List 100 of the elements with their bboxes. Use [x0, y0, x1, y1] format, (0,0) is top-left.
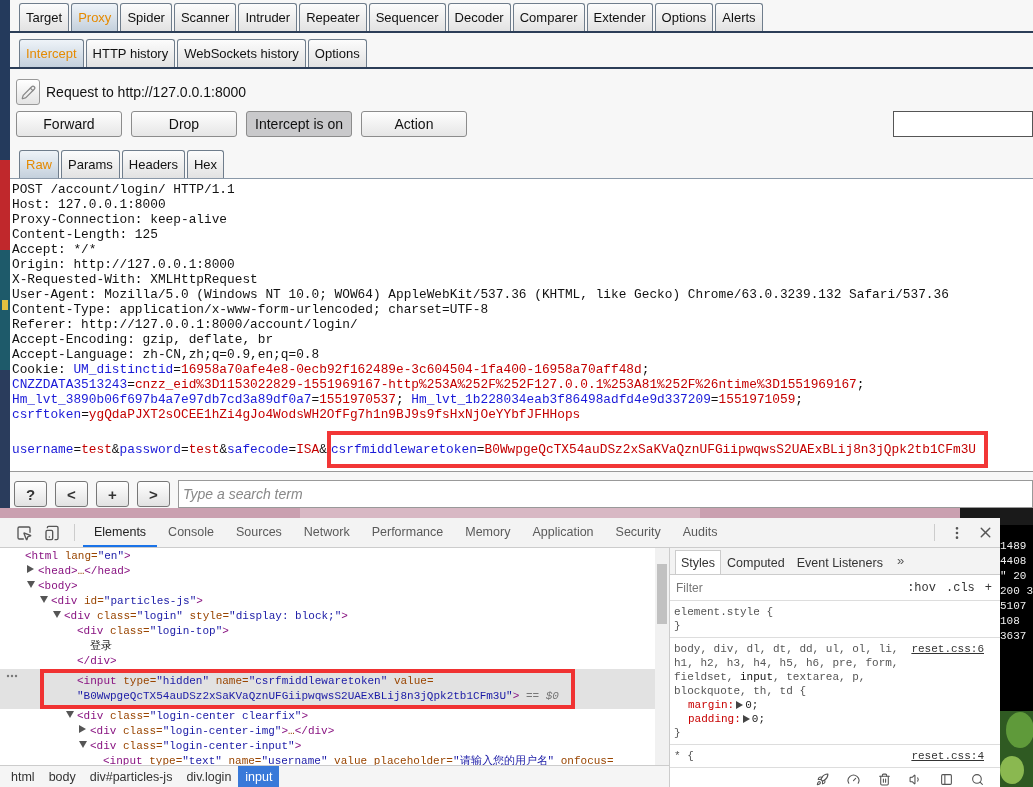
tab[interactable]: Extender — [586, 3, 653, 31]
request-line: CNZZDATA3513243=cnzz_eid%3D1153022829-1551969167-http%253A%252F%252F127.0.0.1%253A81%252F%26ntime%3D1551969167; — [12, 377, 866, 392]
toggle-button[interactable]: Intercept is on — [246, 111, 352, 137]
dom-node[interactable]: 登录 — [0, 639, 655, 654]
trash-icon[interactable] — [878, 772, 891, 786]
tab[interactable]: Intruder — [238, 3, 298, 31]
breadcrumb[interactable]: div.login — [179, 766, 239, 787]
tab[interactable]: Performance — [360, 518, 455, 547]
request-line: csrftoken=ygQdaPJXT2sOCEE1hZi4gJo4WodsWH2OfFg7h1n9BJ9s9fsHxNjOeYYbfJFHHops — [12, 407, 582, 422]
dom-node[interactable]: </div> — [0, 654, 655, 669]
css-selector: body, div, dl, dt, dd, ul, ol, li, h1, h2, h3, h4, h5, h6, pre, form, fieldset, input, textarea, p, blockquote, th, td { — [674, 642, 900, 698]
dom-node[interactable]: <div class="login-center-img">…</div> — [0, 724, 655, 739]
more-tabs[interactable]: » — [888, 553, 913, 574]
request-line: Proxy-Connection: keep-alive — [12, 212, 229, 227]
terminal-line: 108 — [1000, 614, 1021, 629]
tab[interactable]: Params — [61, 150, 120, 178]
more-icon[interactable] — [6, 674, 18, 678]
dom-node[interactable]: <div class="login-top"> — [0, 624, 655, 639]
collapse-arrow-icon[interactable] — [66, 711, 74, 718]
action-button[interactable]: Forward — [16, 111, 122, 137]
request-line: Accept-Encoding: gzip, deflate, br — [12, 332, 275, 347]
tab[interactable]: Headers — [121, 150, 185, 178]
tab[interactable]: Hex — [186, 150, 225, 178]
tab[interactable]: Spider — [120, 3, 172, 31]
collapse-arrow-icon[interactable] — [40, 596, 48, 603]
tab[interactable]: Network — [292, 518, 361, 547]
highlight-frame: csrfmiddlewaretoken=B0WwpgeQcTX54auDSz2xSaKVaQznUFGiipwqwsS2UAExBLij8n3jQpk2tb1CFm3U — [326, 431, 988, 468]
toggle[interactable]: :hov — [907, 580, 936, 595]
dom-node[interactable]: <div id="particles-js"> — [0, 594, 655, 609]
tab[interactable]: Sequencer — [368, 3, 446, 31]
tab[interactable]: Options — [307, 39, 367, 67]
scrollbar[interactable] — [655, 548, 669, 765]
collapse-arrow-icon[interactable] — [27, 581, 35, 588]
device-icon[interactable] — [44, 524, 60, 541]
tab[interactable]: Decoder — [447, 3, 511, 31]
request-line: X-Requested-With: XMLHttpRequest — [12, 272, 259, 287]
tab[interactable]: Console — [157, 518, 225, 547]
tab[interactable]: WebSockets history — [177, 39, 306, 67]
inspect-icon[interactable] — [16, 524, 32, 541]
tab[interactable]: Elements — [83, 518, 158, 547]
selected-dom-node[interactable]: <input type="hidden" name="csrfmiddlewaretoken" value= "B0WwpgeQcTX54auDSz2xSaKVaQznUFGiipwqwsS2UAExBLij8n3jQpk2tb1CFm3U"> == $0 — [0, 669, 655, 709]
request-editor[interactable] — [10, 179, 1033, 472]
css-value: 0; — [745, 698, 759, 712]
tab[interactable]: Options — [654, 3, 714, 31]
search-field[interactable]: Type a search term — [178, 480, 1033, 508]
closing-brace: } — [674, 726, 682, 740]
gauge-icon[interactable] — [847, 772, 860, 786]
dom-node[interactable]: <html lang="en"> — [0, 549, 655, 564]
panel-icon[interactable] — [940, 772, 953, 786]
css-value: 0; — [751, 712, 765, 726]
nav-button[interactable]: > — [137, 481, 170, 507]
breadcrumb[interactable]: div#particles-js — [82, 766, 180, 787]
dom-node[interactable]: <div class="login" style="display: block;"> — [0, 609, 655, 624]
speaker-icon[interactable] — [909, 772, 922, 786]
expand-arrow-icon[interactable] — [79, 725, 86, 733]
closing-brace: } — [674, 619, 682, 633]
source-link[interactable]: reset.css:6 — [911, 642, 984, 656]
tab[interactable]: Repeater — [299, 3, 367, 31]
breadcrumb[interactable]: body — [41, 766, 83, 787]
nav-button[interactable]: + — [96, 481, 129, 507]
breadcrumb[interactable]: html — [4, 766, 42, 787]
dom-node[interactable]: <body> — [0, 579, 655, 594]
collapse-arrow-icon[interactable] — [79, 741, 87, 748]
tab[interactable]: Computed — [721, 550, 791, 574]
tab[interactable]: Sources — [225, 518, 293, 547]
toggle[interactable]: .cls — [946, 580, 975, 595]
dom-node[interactable]: <head>…</head> — [0, 564, 655, 579]
request-line: Accept-Language: zh-CN,zh;q=0.9,en;q=0.8 — [12, 347, 321, 362]
expand-arrow-icon[interactable] — [27, 565, 34, 573]
dom-node[interactable]: <div class="login-center clearfix"> — [0, 709, 655, 724]
collapse-arrow-icon[interactable] — [53, 611, 61, 618]
tab[interactable]: Scanner — [173, 3, 237, 31]
source-link[interactable]: reset.css:4 — [911, 749, 984, 763]
breadcrumb[interactable]: input — [238, 766, 280, 787]
action-button[interactable]: Action — [361, 111, 467, 137]
terminal-line: 1489 — [1000, 539, 1028, 554]
dom-node[interactable]: <div class="login-center-input"> — [0, 739, 655, 754]
tab[interactable]: Event Listeners — [790, 550, 889, 574]
input-field[interactable] — [893, 111, 1033, 137]
nav-button[interactable]: < — [55, 481, 88, 507]
tab[interactable]: Security — [604, 518, 672, 547]
action-button[interactable]: Drop — [131, 111, 237, 137]
rocket-icon[interactable] — [816, 772, 829, 786]
search-icon[interactable] — [971, 772, 984, 786]
tab[interactable]: Styles — [675, 550, 722, 574]
toggle[interactable]: + — [984, 580, 992, 595]
tab[interactable]: HTTP history — [85, 39, 176, 67]
request-line: Origin: http://127.0.0.1:8000 — [12, 257, 236, 272]
terminal-line: 5107 — [1000, 599, 1028, 614]
edit-button[interactable] — [16, 79, 40, 105]
tab[interactable]: Comparer — [512, 3, 585, 31]
css-property: margin: — [688, 698, 735, 712]
nav-button[interactable]: ? — [14, 481, 47, 507]
terminal-line: 3637 — [1000, 629, 1028, 644]
tab[interactable]: Alerts — [715, 3, 763, 31]
tab[interactable]: Application — [521, 518, 605, 547]
tab[interactable]: Memory — [454, 518, 522, 547]
request-line: POST /account/login/ HTTP/1.1 — [12, 182, 236, 197]
tab[interactable]: Target — [19, 3, 70, 31]
tab[interactable]: Audits — [671, 518, 729, 547]
